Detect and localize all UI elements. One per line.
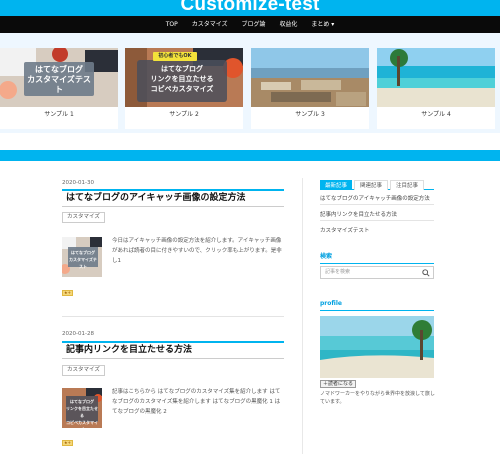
pickup-thumb-image <box>251 48 369 107</box>
pickup-thumb <box>377 48 495 107</box>
search-heading: 検索 <box>320 251 434 264</box>
nav-item-monetize[interactable]: 収益化 <box>279 16 297 33</box>
post-thumbnail[interactable]: はてなブログリンクを目立たせるコピペカスタマイズ <box>62 388 102 428</box>
post-excerpt: 記事はこちらから はてなブログのカスタマイズ集を紹介します はてなブログのカスタ… <box>112 389 281 415</box>
pickup-card[interactable]: サンプル 4 <box>377 48 495 129</box>
post-date: 2020-01-30 <box>62 180 94 186</box>
search-placeholder: 記事を検索 <box>325 269 351 275</box>
nav-item-blog[interactable]: ブログ論 <box>241 16 265 33</box>
post-thumb-text: はてなブログリンクを目立たせるコピペカスタマイズ <box>66 399 98 428</box>
pickup-caption[interactable]: サンプル 2 <box>125 109 243 118</box>
pickup-card[interactable]: サンプル 3 <box>251 48 369 129</box>
post-title[interactable]: はてなブログのアイキャッチ画像の設定方法 <box>62 189 284 207</box>
pickup-caption[interactable]: サンプル 1 <box>0 109 118 118</box>
search-icon[interactable] <box>422 269 430 277</box>
follow-button[interactable]: ＋読者になる <box>320 380 357 388</box>
pickup-thumb: はてなブログ カスタマイズテスト <box>0 48 118 107</box>
nav-item-summary[interactable]: まとめ ▾ <box>311 16 334 33</box>
site-title[interactable]: Customize-test <box>0 0 500 16</box>
sidebar-tabs: 最新記事 関連記事 注目記事 <box>320 180 434 190</box>
post-thumb-text: はてなブログ カスタマイズテスト <box>69 250 97 269</box>
profile-image <box>320 316 434 378</box>
global-nav: TOP カスタマイズ ブログ論 収益化 まとめ ▾ <box>0 16 500 33</box>
post-thumbnail[interactable]: はてなブログ カスタマイズテスト <box>62 237 102 277</box>
post-category[interactable]: カスタマイズ <box>62 212 105 223</box>
star-button[interactable]: ★+ <box>62 290 73 296</box>
sidebar-link[interactable]: はてなブログのアイキャッチ画像の設定方法 <box>320 194 434 202</box>
accent-band <box>0 150 500 161</box>
post-divider <box>62 316 284 317</box>
post-category[interactable]: カスタマイズ <box>62 365 105 376</box>
pickup-thumb-badge: 初心者でもOK <box>158 53 192 59</box>
tab-popular[interactable]: 注目記事 <box>390 180 424 190</box>
pickup-card[interactable]: 初心者でもOK はてなブログ リンクを目立たせる コピペカスタマイズ サンプル 2 <box>125 48 243 129</box>
column-divider <box>302 178 303 454</box>
pickup-area: はてなブログ カスタマイズテスト サンプル 1 初心者でもOK はてなブログ リンク… <box>0 33 500 133</box>
pickup-thumb-text: はてなブログ カスタマイズテスト <box>27 65 91 94</box>
profile-beach-image <box>320 316 434 378</box>
nav-item-customize[interactable]: カスタマイズ <box>192 16 228 33</box>
tab-related[interactable]: 関連記事 <box>354 180 388 190</box>
sidebar-separator <box>320 204 434 205</box>
pickup-thumb <box>251 48 369 107</box>
sidebar-link[interactable]: 記事内リンクを目立たせる方法 <box>320 210 434 218</box>
post-date: 2020-01-28 <box>62 331 94 337</box>
tab-latest[interactable]: 最新記事 <box>320 180 352 190</box>
profile-heading: profile <box>320 300 434 311</box>
pickup-thumb-text: はてなブログ リンクを目立たせる コピペカスタマイズ <box>150 65 214 93</box>
post-excerpt: 今日はアイキャッチ画像の設定方法を紹介します。アイキャッチ画像があれば読者の目に… <box>112 238 282 264</box>
profile-bio: ノマドワーカーをやりながら世界中を放浪して旅しています。 <box>320 391 435 405</box>
pickup-caption[interactable]: サンプル 3 <box>251 109 369 118</box>
post-title[interactable]: 記事内リンクを目立たせる方法 <box>62 341 284 359</box>
search-input[interactable]: 記事を検索 <box>320 266 434 279</box>
sidebar-separator <box>320 220 434 221</box>
pickup-thumb-image <box>377 48 495 107</box>
pickup-caption[interactable]: サンプル 4 <box>377 109 495 118</box>
pickup-thumb: 初心者でもOK はてなブログ リンクを目立たせる コピペカスタマイズ <box>125 48 243 107</box>
pickup-card[interactable]: はてなブログ カスタマイズテスト サンプル 1 <box>0 48 118 129</box>
sidebar-link[interactable]: カスタマイズテスト <box>320 226 434 234</box>
star-button[interactable]: ★+ <box>62 440 73 446</box>
nav-item-top[interactable]: TOP <box>166 16 178 33</box>
